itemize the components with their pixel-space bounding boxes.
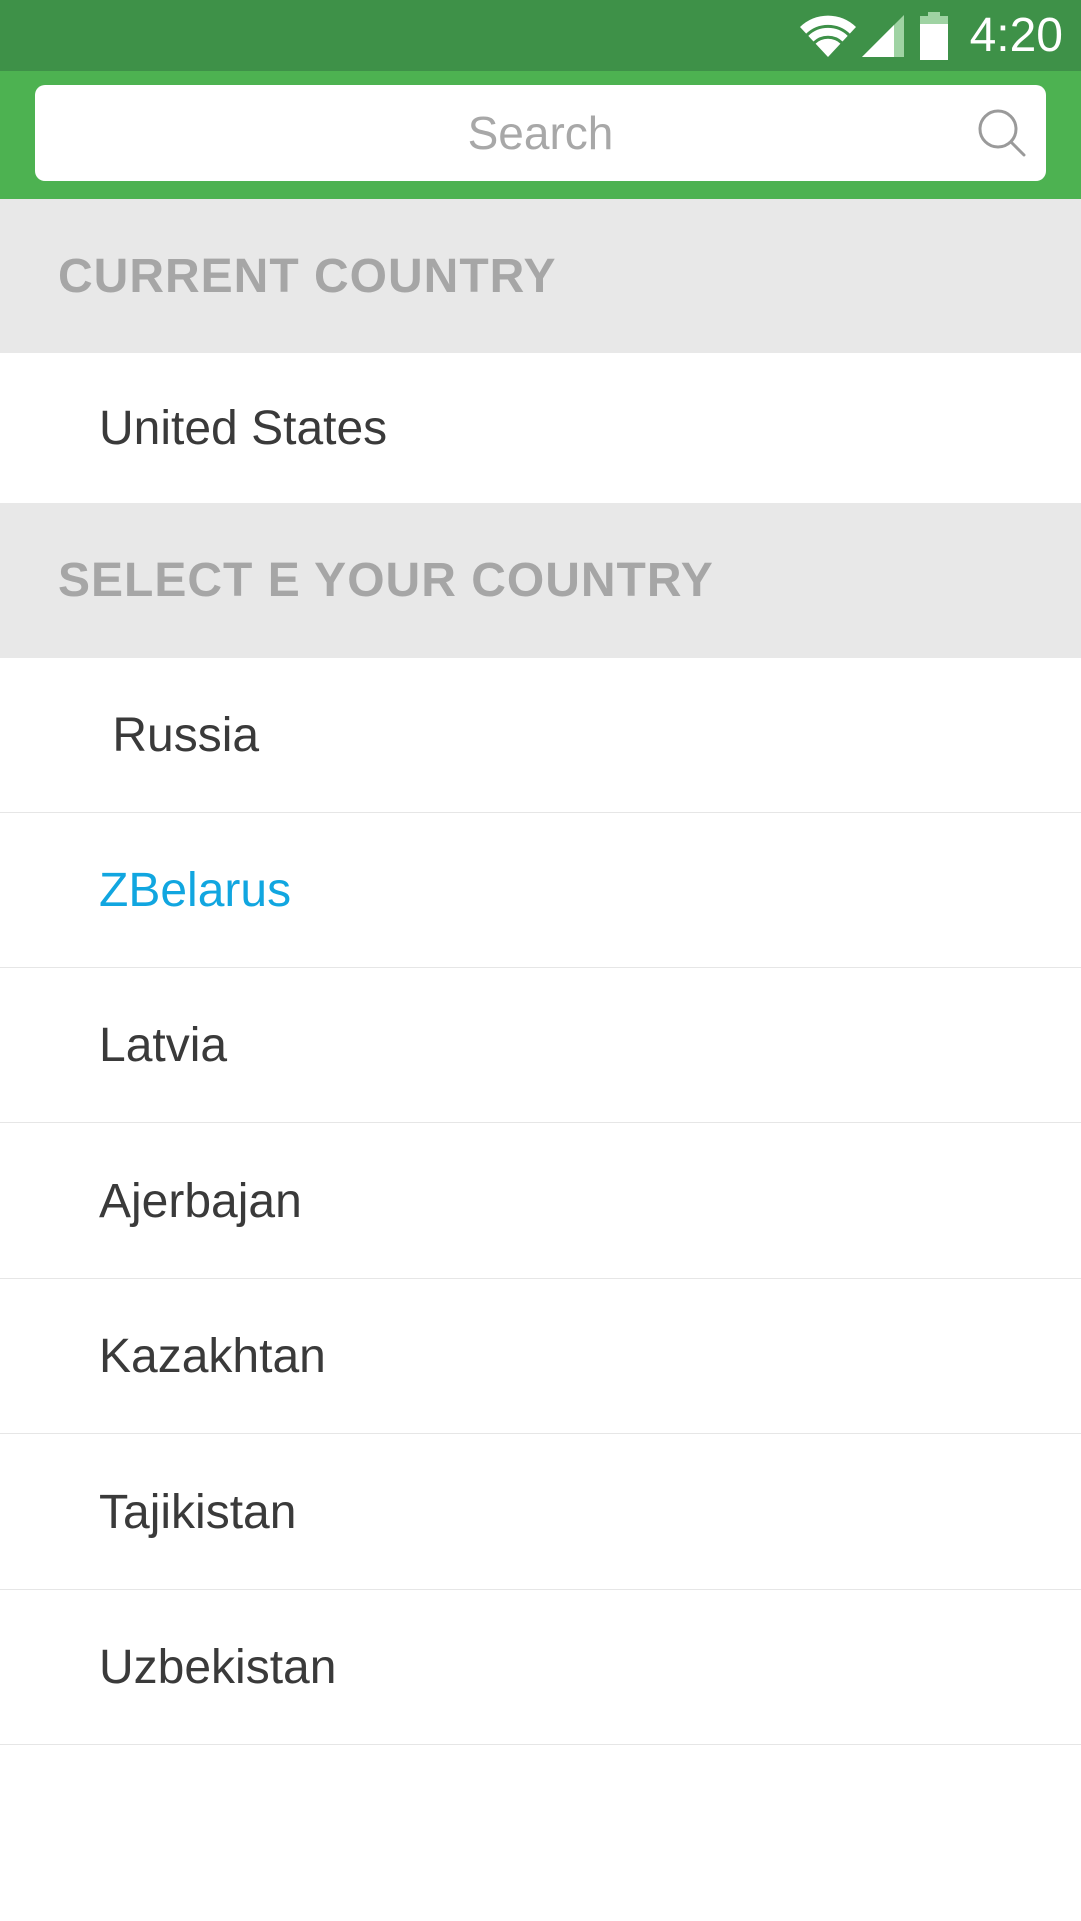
cellular-signal-icon <box>860 13 906 59</box>
country-label: ZBelarus <box>99 863 292 917</box>
current-country-row[interactable]: United States <box>0 353 1081 503</box>
country-label: Uzbekistan <box>99 1640 337 1694</box>
country-row-belarus[interactable]: ZBelarus <box>0 813 1081 968</box>
country-label: United States <box>99 401 388 455</box>
search-icon[interactable] <box>976 107 1028 159</box>
search-box <box>35 85 1046 181</box>
country-label: Russia <box>99 708 260 762</box>
wifi-icon <box>798 13 858 59</box>
country-row-azerbaijan[interactable]: Ajerbajan <box>0 1124 1081 1279</box>
section-title: CURRENT COUNTRY <box>58 249 557 303</box>
search-header <box>0 71 1081 199</box>
country-row-russia[interactable]: Russia <box>0 658 1081 813</box>
country-label: Kazakhtan <box>99 1329 326 1383</box>
status-clock: 4:20 <box>969 9 1063 62</box>
section-title: SELECT E YOUR COUNTRY <box>58 554 714 607</box>
status-icons: 4:20 <box>798 0 1081 71</box>
status-bar: 4:20 <box>0 0 1081 71</box>
search-input[interactable] <box>35 85 1046 181</box>
country-row-kazakhstan[interactable]: Kazakhtan <box>0 1279 1081 1434</box>
current-country-header: CURRENT COUNTRY <box>0 199 1081 353</box>
country-row-uzbekistan[interactable]: Uzbekistan <box>0 1590 1081 1745</box>
country-row-latvia[interactable]: Latvia <box>0 968 1081 1123</box>
country-row-tajikistan[interactable]: Tajikistan <box>0 1435 1081 1590</box>
select-country-header: SELECT E YOUR COUNTRY <box>0 503 1081 658</box>
battery-icon <box>918 11 950 60</box>
country-label: Tajikistan <box>99 1485 297 1539</box>
country-label: Ajerbajan <box>99 1174 302 1228</box>
country-label: Latvia <box>99 1018 228 1072</box>
